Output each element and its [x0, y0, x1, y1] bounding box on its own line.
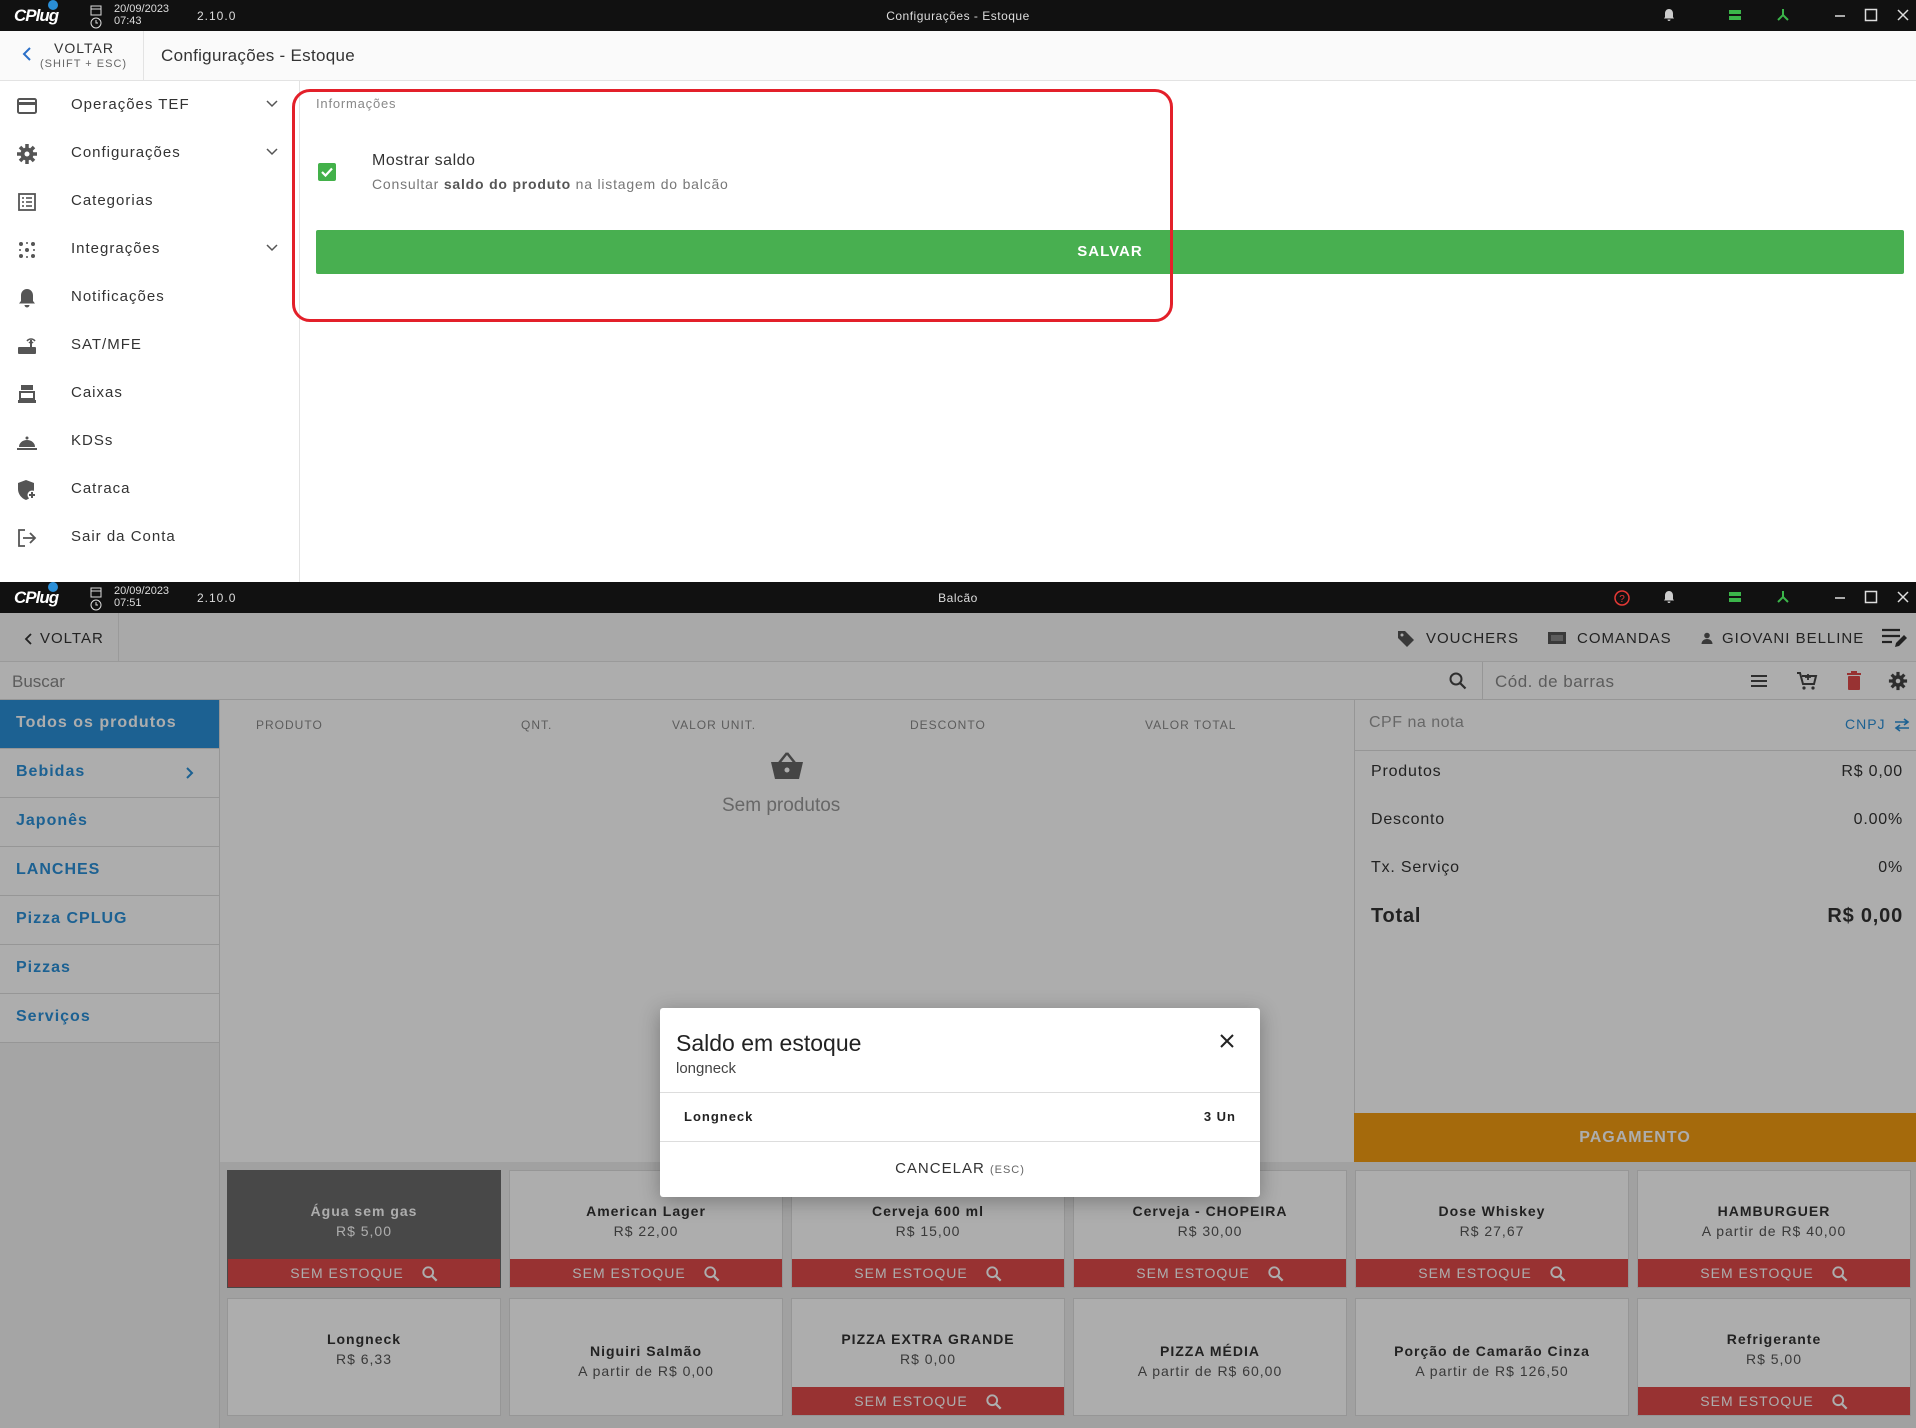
stock-item-qty: 3 Un [1203, 1109, 1236, 1124]
maximize-icon[interactable] [1864, 590, 1878, 604]
cancel-button[interactable]: CANCELAR (ESC) [660, 1160, 1260, 1177]
sidebar-item-kdss[interactable]: KDSs [0, 417, 299, 465]
gear-icon [17, 144, 37, 164]
page-title: Configurações - Estoque [161, 46, 356, 65]
page-header: VOLTAR (SHIFT + ESC) Configurações - Est… [0, 31, 1916, 81]
titlebar-top: CPlug 20/09/2023 07:43 2.10.0 Configuraç… [0, 0, 1916, 31]
dialog-subtitle: longneck [676, 1060, 737, 1077]
sidebar-item-caixas[interactable]: Caixas [0, 369, 299, 417]
sidebar-item-categorias[interactable]: Categorias [0, 177, 299, 225]
minimize-icon[interactable] [1833, 8, 1847, 22]
stock-balance-dialog: Saldo em estoque longneck Longneck 3 Un … [660, 1008, 1260, 1197]
sidebar-item-configuracoes[interactable]: Configurações [0, 129, 299, 177]
chevron-down-icon [266, 100, 278, 108]
chevron-down-icon [266, 244, 278, 252]
bell-icon[interactable] [1662, 8, 1676, 22]
sidebar: Operações TEF Configurações Categorias I… [0, 81, 300, 582]
register-icon [18, 385, 36, 403]
credit-card-icon [17, 98, 37, 114]
close-icon[interactable] [1216, 1030, 1238, 1052]
maximize-icon[interactable] [1864, 8, 1878, 22]
dialog-title: Saldo em estoque [676, 1030, 862, 1056]
window-title: Configurações - Estoque [886, 9, 1030, 23]
server-icon[interactable] [1728, 590, 1742, 604]
router-icon [18, 338, 36, 354]
bell-icon[interactable] [1662, 590, 1676, 604]
list-icon [18, 193, 36, 211]
sidebar-item-sat-mfe[interactable]: SAT/MFE [0, 321, 299, 369]
sidebar-item-catraca[interactable]: Catraca [0, 465, 299, 513]
back-label: VOLTAR [54, 40, 114, 56]
network-icon[interactable] [1776, 590, 1790, 604]
close-icon[interactable] [1896, 590, 1910, 604]
sidebar-item-integracoes[interactable]: Integrações [0, 225, 299, 273]
kitchen-icon [17, 436, 37, 450]
help-icon[interactable]: ? [1614, 590, 1630, 606]
balcao-window: VOLTAR VOUCHERS COMANDAS GIOVANI BELLINE… [0, 613, 1916, 1428]
sidebar-item-operacoes-tef[interactable]: Operações TEF [0, 81, 299, 129]
highlight-box [292, 89, 1173, 322]
stock-item-name: Longneck [684, 1109, 754, 1124]
chevron-down-icon [266, 148, 278, 156]
back-button[interactable]: VOLTAR (SHIFT + ESC) [18, 37, 150, 75]
divider [660, 1092, 1260, 1093]
sidebar-item-sair-da-conta[interactable]: Sair da Conta [0, 513, 299, 561]
logout-icon [18, 529, 37, 547]
bell-icon [19, 289, 35, 308]
svg-text:?: ? [1619, 594, 1625, 605]
shield-icon [18, 480, 37, 500]
network-icon[interactable] [1776, 8, 1790, 22]
divider [660, 1141, 1260, 1142]
back-shortcut: (SHIFT + ESC) [40, 58, 128, 70]
titlebar-bottom: CPlug 20/09/2023 07:51 2.10.0 Balcão ? [0, 582, 1916, 613]
minimize-icon[interactable] [1833, 590, 1847, 604]
server-icon[interactable] [1728, 8, 1742, 22]
divider [143, 31, 144, 81]
chevron-left-icon [22, 47, 31, 61]
close-icon[interactable] [1896, 8, 1910, 22]
integration-icon [19, 242, 35, 258]
sidebar-item-notificacoes[interactable]: Notificações [0, 273, 299, 321]
